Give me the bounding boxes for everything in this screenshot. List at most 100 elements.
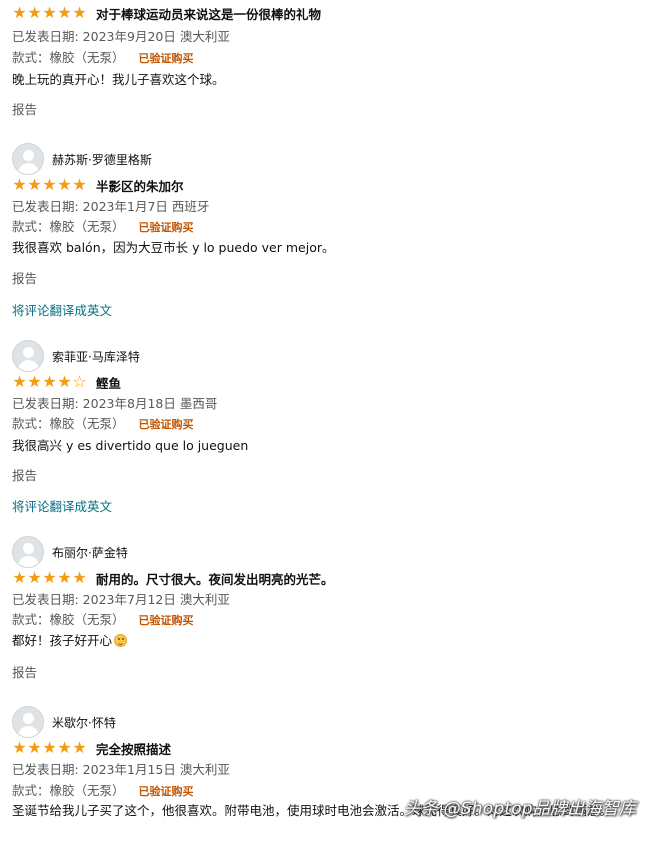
review-text-row: 我很高兴 y es divertido que lo jueguen xyxy=(12,435,248,454)
star-filled-icon: ★ xyxy=(57,372,72,391)
review-style-row: 款式：橡胶（无泵） 已验证购买 xyxy=(12,47,194,66)
avatar-body xyxy=(18,360,39,371)
review-date-location: 已发表日期: 2023年9月20日 澳大利亚 xyxy=(12,29,230,44)
rating-row: ★ ★ ★ ★ ★ 完全按照描述 xyxy=(12,739,171,757)
star-filled-icon: ★ xyxy=(72,738,87,757)
star-filled-icon: ★ xyxy=(12,372,27,391)
star-rating: ★ ★ ★ ★ ★ xyxy=(12,570,87,586)
star-filled-icon: ★ xyxy=(27,3,42,22)
avatar-head xyxy=(23,347,34,358)
review-date-location: 已发表日期: 2023年1月7日 西班牙 xyxy=(12,199,210,214)
report-link[interactable]: 报告 xyxy=(12,99,37,118)
review-style: 款式：橡胶（无泵） xyxy=(12,50,125,65)
star-filled-icon: ★ xyxy=(27,372,42,391)
reviewer-name[interactable]: 布丽尔·萨金特 xyxy=(52,544,128,561)
reviewer-name[interactable]: 索菲亚·马库泽特 xyxy=(52,348,140,365)
avatar-icon xyxy=(12,706,44,738)
star-empty-icon: ☆ xyxy=(72,372,87,391)
star-filled-icon: ★ xyxy=(42,3,57,22)
report-link[interactable]: 报告 xyxy=(12,268,37,287)
star-filled-icon: ★ xyxy=(27,175,42,194)
review-style-row: 款式：橡胶（无泵） 已验证购买 xyxy=(12,413,194,432)
avatar-body xyxy=(18,556,39,567)
review-text: 我很高兴 y es divertido que lo jueguen xyxy=(12,438,249,453)
report-link[interactable]: 报告 xyxy=(12,465,37,484)
star-rating: ★ ★ ★ ★ ☆ xyxy=(12,374,87,390)
review-style-row: 款式：橡胶（无泵） 已验证购买 xyxy=(12,609,194,628)
star-filled-icon: ★ xyxy=(27,568,42,587)
rating-row: ★ ★ ★ ★ ★ 对于棒球运动员来说这是一份很棒的礼物 xyxy=(12,4,321,22)
review-item: 布丽尔·萨金特 ★ ★ ★ ★ ★ 耐用的。尺寸很大。夜间发出明亮的光芒。 已发表日期: 20… xyxy=(12,536,638,680)
star-filled-icon: ★ xyxy=(12,3,27,22)
review-item: 米歇尔·怀特 ★ ★ ★ ★ ★ 完全按照描述 已发表日期: 2023年1月15日 澳大利亚款… xyxy=(12,706,638,846)
star-rating: ★ ★ ★ ★ ★ xyxy=(12,177,87,193)
avatar-head xyxy=(23,150,34,161)
star-filled-icon: ★ xyxy=(57,568,72,587)
review-date-location: 已发表日期: 2023年1月15日 澳大利亚 xyxy=(12,762,230,777)
review-text-row: 我很喜欢 balón，因为大豆市长 y lo puedo ver mejor。 xyxy=(12,237,334,256)
avatar-body xyxy=(18,726,39,737)
review-date-location: 已发表日期: 2023年8月18日 墨西哥 xyxy=(12,396,218,411)
star-filled-icon: ★ xyxy=(72,3,87,22)
review-text: 我很喜欢 balón，因为大豆市长 y lo puedo ver mejor。 xyxy=(12,240,335,255)
verified-purchase-badge: 已验证购买 xyxy=(138,418,194,431)
review-title[interactable]: 鲣鱼 xyxy=(96,373,121,392)
reviewer-profile[interactable]: 赫苏斯·罗德里格斯 xyxy=(12,143,152,175)
star-filled-icon: ★ xyxy=(42,372,57,391)
star-filled-icon: ★ xyxy=(57,3,72,22)
star-rating: ★ ★ ★ ★ ★ xyxy=(12,5,87,21)
smiling-face-icon xyxy=(114,634,128,647)
verified-purchase-badge: 已验证购买 xyxy=(138,614,194,627)
translate-review-link[interactable]: 将评论翻译成英文 xyxy=(12,496,112,515)
star-rating: ★ ★ ★ ★ ★ xyxy=(12,740,87,756)
rating-row: ★ ★ ★ ★ ★ 耐用的。尺寸很大。夜间发出明亮的光芒。 xyxy=(12,569,334,588)
reviewer-name[interactable]: 米歇尔·怀特 xyxy=(52,714,116,731)
avatar-icon xyxy=(12,340,44,372)
review-style: 款式：橡胶（无泵） xyxy=(12,612,125,627)
star-filled-icon: ★ xyxy=(27,738,42,757)
star-filled-icon: ★ xyxy=(12,568,27,587)
review-title[interactable]: 对于棒球运动员来说这是一份很棒的礼物 xyxy=(96,4,321,23)
review-title[interactable]: 半影区的朱加尔 xyxy=(96,176,184,195)
review-item: ★ ★ ★ ★ ★ 对于棒球运动员来说这是一份很棒的礼物 已发表日期: 2023年9月20日… xyxy=(12,4,638,144)
reviewer-profile[interactable]: 布丽尔·萨金特 xyxy=(12,536,128,568)
avatar-icon xyxy=(12,143,44,175)
rating-row: ★ ★ ★ ★ ☆ 鲣鱼 xyxy=(12,373,121,391)
star-filled-icon: ★ xyxy=(57,738,72,757)
rating-row: ★ ★ ★ ★ ★ 半影区的朱加尔 xyxy=(12,176,184,195)
avatar-icon xyxy=(12,536,44,568)
verified-purchase-badge: 已验证购买 xyxy=(138,785,194,798)
star-filled-icon: ★ xyxy=(42,568,57,587)
star-filled-icon: ★ xyxy=(42,738,57,757)
review-title[interactable]: 完全按照描述 xyxy=(96,739,171,758)
avatar-head xyxy=(23,543,34,554)
review-text: 晚上玩的真开心！我儿子喜欢这个球。 xyxy=(12,72,225,87)
avatar-head xyxy=(23,713,34,724)
review-text-row: 晚上玩的真开心！我儿子喜欢这个球。 xyxy=(12,69,225,88)
review-style-row: 款式：橡胶（无泵） 已验证购买 xyxy=(12,780,194,799)
star-filled-icon: ★ xyxy=(72,568,87,587)
review-style: 款式：橡胶（无泵） xyxy=(12,219,125,234)
reviewer-profile[interactable]: 米歇尔·怀特 xyxy=(12,706,116,738)
verified-purchase-badge: 已验证购买 xyxy=(138,221,194,234)
review-item: 赫苏斯·罗德里格斯 ★ ★ ★ ★ ★ 半影区的朱加尔 已发表日期: 2023年1月7日 西班… xyxy=(12,143,638,318)
report-link[interactable]: 报告 xyxy=(12,662,37,681)
review-style: 款式：橡胶（无泵） xyxy=(12,783,125,798)
review-text-row: 都好！孩子好开心 xyxy=(12,630,128,649)
star-filled-icon: ★ xyxy=(72,175,87,194)
translate-review-link[interactable]: 将评论翻译成英文 xyxy=(12,300,112,319)
review-style: 款式：橡胶（无泵） xyxy=(12,416,125,431)
reviews-list: ★ ★ ★ ★ ★ 对于棒球运动员来说这是一份很棒的礼物 已发表日期: 2023年9月20日… xyxy=(0,0,646,822)
review-item: 索菲亚·马库泽特 ★ ★ ★ ★ ☆ 鲣鱼 已发表日期: 2023年8月18日 墨西哥 款式：橡… xyxy=(12,340,638,514)
review-title[interactable]: 耐用的。尺寸很大。夜间发出明亮的光芒。 xyxy=(96,569,334,588)
star-filled-icon: ★ xyxy=(57,175,72,194)
star-filled-icon: ★ xyxy=(12,175,27,194)
verified-purchase-badge: 已验证购买 xyxy=(138,52,194,65)
star-filled-icon: ★ xyxy=(42,175,57,194)
review-style-row: 款式：橡胶（无泵） 已验证购买 xyxy=(12,216,194,235)
review-date-location: 已发表日期: 2023年7月12日 澳大利亚 xyxy=(12,592,230,607)
reviewer-name[interactable]: 赫苏斯·罗德里格斯 xyxy=(52,151,152,168)
watermark: 头条 @Shoptop品牌出海智库 xyxy=(403,799,636,819)
reviewer-profile[interactable]: 索菲亚·马库泽特 xyxy=(12,340,140,372)
avatar-body xyxy=(18,163,39,174)
